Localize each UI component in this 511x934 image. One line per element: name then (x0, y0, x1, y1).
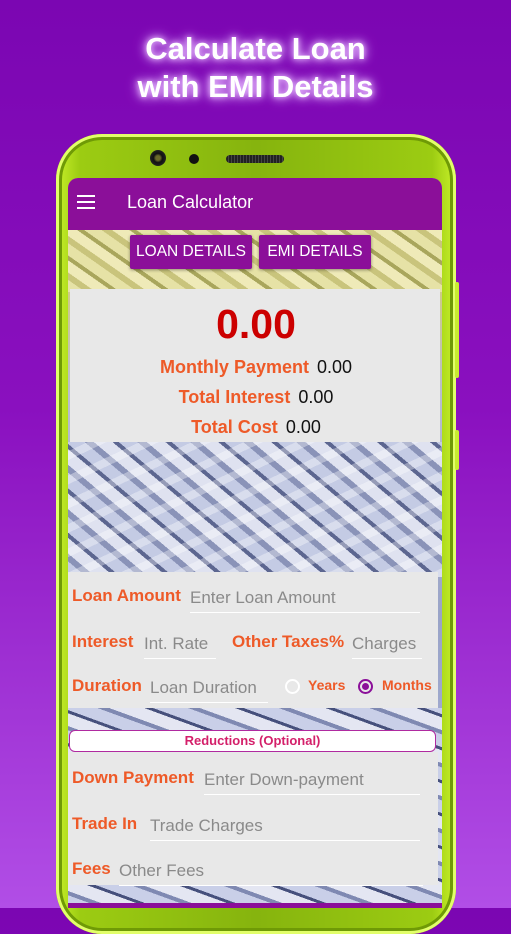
down-payment-input[interactable] (204, 766, 420, 795)
months-radio-label[interactable]: Months (382, 677, 432, 693)
money-background-middle (68, 442, 442, 577)
months-radio[interactable] (358, 679, 373, 694)
fees-input[interactable] (119, 857, 423, 886)
tab-loan-details[interactable]: LOAN DETAILS (130, 235, 252, 269)
monthly-payment-label: Monthly Payment (159, 357, 309, 377)
total-cost-value: 0.00 (285, 417, 321, 437)
results-card: 0.00 Monthly Payment 0.00 Total Interest 0… (70, 289, 440, 442)
total-interest-label: Total Interest (178, 387, 291, 407)
promo-headline: Calculate Loan with EMI Details (0, 30, 511, 106)
total-cost-label: Total Cost (191, 417, 278, 437)
fees-label: Fees (72, 859, 111, 878)
money-background-top (68, 230, 442, 292)
years-radio[interactable] (285, 679, 300, 694)
total-cost-row: Total Cost 0.00 (70, 417, 442, 438)
front-camera-icon (150, 150, 166, 166)
monthly-payment-value: 0.00 (316, 357, 353, 377)
duration-input[interactable] (150, 674, 268, 703)
total-interest-value: 0.00 (298, 387, 334, 407)
calculate-bar[interactable] (68, 903, 442, 908)
hamburger-menu-icon[interactable] (77, 195, 95, 209)
loan-amount-input[interactable] (190, 584, 420, 613)
monthly-payment-row: Monthly Payment 0.00 (70, 357, 442, 378)
promo-line-2: with EMI Details (137, 69, 374, 104)
other-taxes-label: Other Taxes% (232, 632, 345, 651)
tab-emi-details[interactable]: EMI DETAILS (259, 235, 371, 269)
interest-label: Interest (72, 632, 134, 651)
interest-rate-input[interactable] (144, 630, 216, 659)
app-screen: Loan Calculator LOAN DETAILS EMI DETAILS… (68, 178, 442, 908)
total-interest-row: Total Interest 0.00 (70, 387, 442, 408)
promo-line-1: Calculate Loan (145, 31, 366, 66)
loan-amount-label: Loan Amount (72, 586, 181, 605)
app-bar: Loan Calculator (68, 178, 442, 230)
duration-label: Duration (72, 676, 142, 695)
reductions-card: Down Payment Trade In Fees (68, 752, 438, 886)
reductions-header: Reductions (Optional) (69, 730, 436, 752)
volume-button (455, 282, 459, 378)
other-taxes-input[interactable] (352, 630, 422, 659)
trade-in-label: Trade In (72, 814, 138, 833)
trade-in-input[interactable] (150, 812, 420, 841)
power-button (455, 430, 459, 470)
loan-inputs-card: Loan Amount Interest Other Taxes% Durati… (68, 572, 438, 708)
sensor-icon (189, 154, 199, 164)
speaker-grille-icon (226, 155, 284, 163)
down-payment-label: Down Payment (72, 768, 194, 787)
emi-result-value: 0.00 (216, 301, 296, 347)
app-title: Loan Calculator (127, 192, 254, 212)
years-radio-label[interactable]: Years (308, 677, 345, 693)
